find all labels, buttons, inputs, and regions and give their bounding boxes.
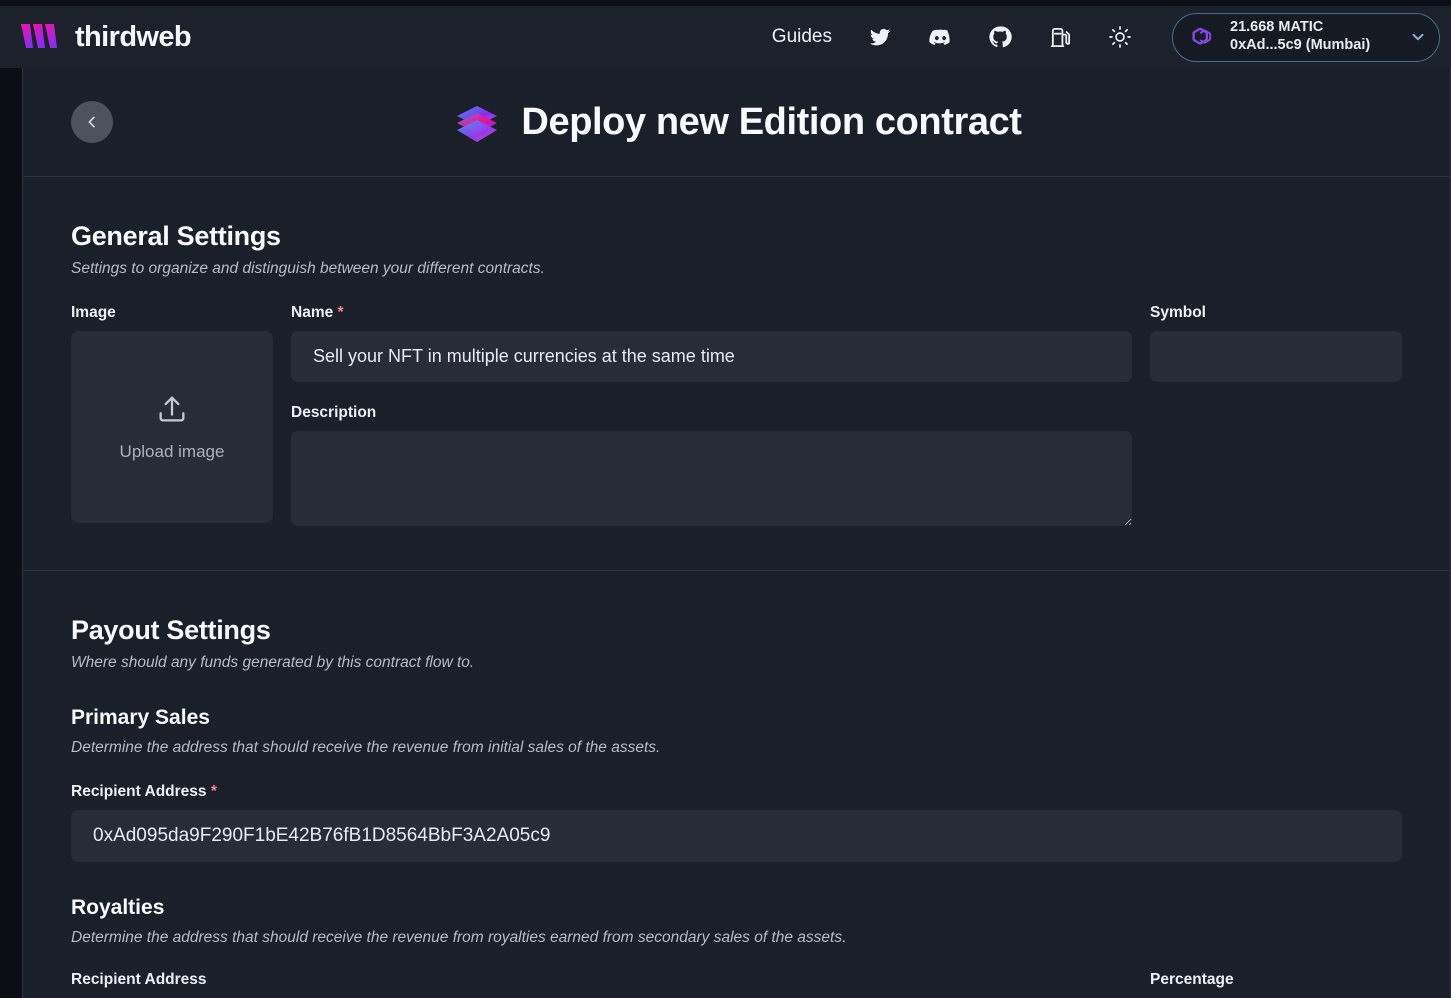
symbol-label: Symbol <box>1150 304 1206 321</box>
description-field-group: Description <box>291 404 1132 526</box>
primary-recipient-required-asterisk: * <box>210 783 217 800</box>
wallet-info: 21.668 MATIC 0xAd...5c9 (Mumbai) <box>1230 19 1370 54</box>
chevron-left-icon <box>84 114 100 130</box>
royalties-description: Determine the address that should receiv… <box>71 929 847 946</box>
royalties-recipient-label: Recipient Address <box>71 971 207 988</box>
royalties-title: Royalties <box>71 896 165 919</box>
primary-recipient-label-text: Recipient Address <box>71 783 207 800</box>
wallet-address: 0xAd...5c9 (Mumbai) <box>1230 37 1371 53</box>
royalties-fields-row: Recipient Address Percentage <box>71 971 1402 998</box>
top-navigation-bar: thirdweb Guides 21.668 MATIC 0xAd...5c9 … <box>0 6 1451 68</box>
image-label: Image <box>71 304 116 321</box>
royalties-percentage-label: Percentage <box>1150 971 1234 988</box>
discord-icon[interactable] <box>910 17 970 57</box>
general-settings-section: General Settings Settings to organize an… <box>23 177 1450 571</box>
description-label: Description <box>291 404 377 421</box>
back-button[interactable] <box>71 101 113 143</box>
primary-recipient-address-input[interactable] <box>71 810 1402 862</box>
description-textarea[interactable] <box>291 431 1132 526</box>
payout-settings-section: Payout Settings Where should any funds g… <box>23 571 1450 998</box>
app-root: thirdweb Guides 21.668 MATIC 0xAd...5c9 … <box>0 0 1451 998</box>
royalties-recipient-group: Recipient Address <box>71 971 1132 998</box>
edition-layers-icon <box>451 96 503 148</box>
name-label: Name * <box>291 304 1132 322</box>
chevron-down-icon <box>1409 28 1427 46</box>
symbol-field-group: Symbol <box>1150 304 1402 526</box>
github-icon[interactable] <box>970 17 1030 57</box>
royalties-percentage-group: Percentage <box>1150 971 1402 998</box>
payout-settings-title: Payout Settings <box>71 615 271 645</box>
upload-image-label: Upload image <box>119 442 225 461</box>
general-fields-row: Image Upload image Name * Sell your NFT … <box>71 304 1402 526</box>
wallet-connect-button[interactable]: 21.668 MATIC 0xAd...5c9 (Mumbai) <box>1172 12 1440 62</box>
general-settings-title: General Settings <box>71 221 281 251</box>
image-upload-dropzone[interactable]: Upload image <box>71 331 273 523</box>
payout-settings-description: Where should any funds generated by this… <box>71 654 475 671</box>
twitter-icon[interactable] <box>850 17 910 57</box>
upload-icon <box>155 392 189 426</box>
sun-theme-icon[interactable] <box>1090 17 1150 57</box>
name-description-group: Name * Description <box>291 304 1132 526</box>
primary-sales-title: Primary Sales <box>71 706 210 729</box>
name-input[interactable] <box>291 331 1132 382</box>
name-required-asterisk: * <box>337 304 344 321</box>
polygon-icon <box>1189 24 1219 51</box>
image-field-group: Image Upload image <box>71 304 273 526</box>
content-panel: Deploy new Edition contract General Sett… <box>22 68 1451 998</box>
page-title-group: Deploy new Edition contract <box>23 96 1450 148</box>
thirdweb-logo-icon <box>20 22 62 52</box>
brand-name: thirdweb <box>75 20 192 53</box>
brand-logo[interactable]: thirdweb <box>20 20 192 54</box>
page-title: Deploy new Edition contract <box>521 100 1022 143</box>
name-label-text: Name <box>291 304 334 321</box>
primary-sales-description: Determine the address that should receiv… <box>71 739 661 756</box>
nav-right-group: Guides 21.668 MATIC 0xAd...5c9 (Mumbai) <box>754 12 1440 62</box>
gas-pump-icon[interactable] <box>1030 17 1090 57</box>
primary-recipient-label: Recipient Address * <box>71 783 1402 801</box>
general-settings-description: Settings to organize and distinguish bet… <box>71 260 545 277</box>
symbol-input[interactable] <box>1150 331 1402 382</box>
wallet-balance: 21.668 MATIC <box>1230 19 1324 36</box>
page-header: Deploy new Edition contract <box>23 68 1450 177</box>
nav-guides-link[interactable]: Guides <box>754 26 850 48</box>
